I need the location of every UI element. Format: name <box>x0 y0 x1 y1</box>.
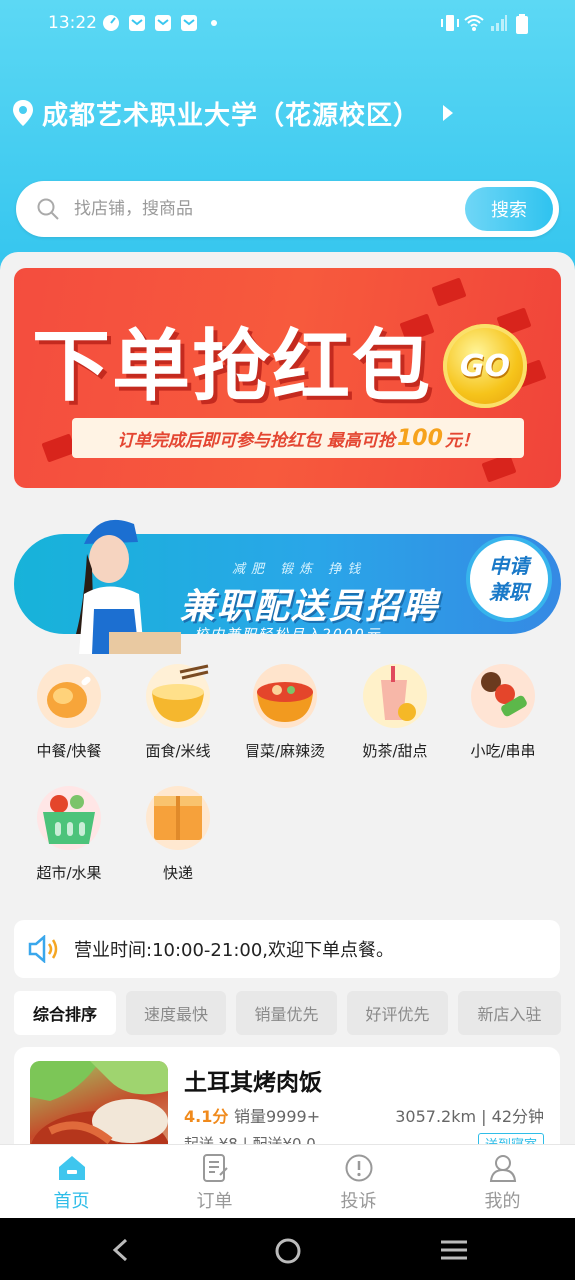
category-label: 冒菜/麻辣烫 <box>244 742 326 760</box>
tab-label: 我的 <box>484 1191 521 1212</box>
tab-label: 首页 <box>53 1191 90 1212</box>
parcel-box-icon <box>146 786 210 850</box>
data-saver-icon <box>103 15 119 31</box>
shop-dorm-delivery-tag: 送到寝室 <box>477 1133 544 1144</box>
home-icon <box>59 1156 85 1180</box>
system-nav-bar <box>0 1218 575 1280</box>
location-name: 成都艺术职业大学（花源校区） <box>42 100 421 131</box>
badge-line-1: 申请 <box>489 554 529 578</box>
sort-rating[interactable]: 好评优先 <box>347 991 448 1035</box>
red-envelope-decoration <box>431 277 467 307</box>
category-supermarket-fruit[interactable]: 超市/水果 <box>14 786 124 896</box>
category-noodles[interactable]: 面食/米线 <box>123 664 233 774</box>
category-grid: 中餐/快餐 面食/米线 冒菜/麻辣烫 奶茶/甜点 小吃/串串 超市/水果 快递 <box>0 664 575 904</box>
order-list-icon <box>203 1154 228 1182</box>
shop-score: 4.1分 <box>184 1107 229 1126</box>
tab-label: 订单 <box>196 1191 233 1212</box>
search-bar: 搜索 <box>16 181 559 237</box>
fruit-basket-icon <box>37 786 101 850</box>
shop-sales: 销量9999+ <box>234 1107 321 1126</box>
go-text: GO <box>459 348 511 384</box>
category-label: 中餐/快餐 <box>36 742 102 760</box>
noodle-bowl-icon <box>146 664 210 728</box>
category-snacks-skewers[interactable]: 小吃/串串 <box>448 664 558 774</box>
mail-icon-3 <box>181 15 197 31</box>
location-pin-icon <box>13 100 33 126</box>
category-milktea-dessert[interactable]: 奶茶/甜点 <box>340 664 450 774</box>
user-icon <box>489 1155 517 1182</box>
tab-complaint[interactable]: 投诉 <box>287 1145 430 1219</box>
apply-parttime-badge[interactable]: 申请 兼职 <box>466 536 552 622</box>
sort-new-stores[interactable]: 新店入驻 <box>458 991 561 1035</box>
category-maocai-malatang[interactable]: 冒菜/麻辣烫 <box>230 664 340 774</box>
shop-name: 土耳其烤肉饭 <box>184 1070 322 1096</box>
sort-comprehensive[interactable]: 综合排序 <box>14 991 116 1035</box>
ribbon-amount: 100 <box>396 425 443 451</box>
shop-distance-time: 3057.2km | 42分钟 <box>395 1107 544 1126</box>
red-banner-title: 下单抢红包 <box>32 321 433 412</box>
business-hours-notice: 营业时间:10:00-21:00,欢迎下单点餐。 <box>14 920 560 978</box>
category-express[interactable]: 快递 <box>123 786 233 896</box>
search-input[interactable] <box>74 197 374 221</box>
category-label: 面食/米线 <box>145 742 211 760</box>
recruit-tagline: 减肥 锻炼 挣钱 <box>232 562 367 577</box>
shop-thumbnail <box>30 1061 168 1144</box>
signal-icon <box>491 15 507 31</box>
shop-card[interactable]: 土耳其烤肉饭 4.1分 销量9999+ 3057.2km | 42分钟 起送 ¥… <box>14 1047 560 1144</box>
category-label: 超市/水果 <box>36 864 102 882</box>
courier-illustration <box>76 519 181 654</box>
shop-fees: 起送 ¥8 | 配送¥0.0 <box>184 1135 316 1144</box>
courier-recruit-banner[interactable]: 减肥 锻炼 挣钱 兼职配送员招聘 校内兼职轻松月入2000元 申请 兼职 <box>14 514 561 654</box>
alert-circle-icon <box>345 1154 373 1182</box>
bottom-tab-bar: 首页 订单 投诉 我的 <box>0 1144 575 1218</box>
go-coin-icon: GO <box>443 324 527 408</box>
tab-label: 投诉 <box>340 1191 377 1212</box>
mail-icon <box>129 15 145 31</box>
more-notifications-icon <box>211 20 217 26</box>
status-bar: 13:22 <box>0 0 575 48</box>
speaker-icon <box>28 935 58 963</box>
wifi-icon <box>464 15 484 31</box>
nav-home-icon[interactable] <box>274 1237 302 1265</box>
header: 13:22 成都艺术职业大学（花源校区） 搜索 <box>0 0 575 290</box>
notice-text: 营业时间:10:00-21:00,欢迎下单点餐。 <box>74 940 395 961</box>
ribbon-prefix: 订单完成后即可参与抢红包 最高可抢 <box>117 430 395 451</box>
category-label: 快递 <box>162 864 193 882</box>
badge-line-2: 兼职 <box>489 580 529 604</box>
nav-menu-icon[interactable] <box>440 1239 468 1261</box>
tab-home[interactable]: 首页 <box>0 1145 143 1219</box>
tab-orders[interactable]: 订单 <box>143 1145 286 1219</box>
sort-sales[interactable]: 销量优先 <box>236 991 337 1035</box>
tab-profile[interactable]: 我的 <box>431 1145 574 1219</box>
app-screen: 13:22 成都艺术职业大学（花源校区） 搜索 <box>0 0 575 1280</box>
nav-back-icon[interactable] <box>110 1238 132 1262</box>
ribbon-suffix: 元！ <box>444 430 479 451</box>
milk-tea-icon <box>363 664 427 728</box>
battery-icon <box>516 14 528 34</box>
category-label: 奶茶/甜点 <box>362 742 428 760</box>
caret-right-icon <box>443 105 454 121</box>
category-label: 小吃/串串 <box>470 742 536 760</box>
chicken-leg-icon <box>37 664 101 728</box>
mail-icon-2 <box>155 15 171 31</box>
search-button[interactable]: 搜索 <box>465 187 553 231</box>
sort-fastest[interactable]: 速度最快 <box>126 991 226 1035</box>
red-banner-ribbon: 订单完成后即可参与抢红包 最高可抢 100 元！ <box>72 418 524 458</box>
red-packet-banner[interactable]: 下单抢红包 GO 订单完成后即可参与抢红包 最高可抢 100 元！ <box>14 268 561 488</box>
sort-tabs: 综合排序 速度最快 销量优先 好评优先 新店入驻 <box>14 991 575 1035</box>
location-selector[interactable]: 成都艺术职业大学（花源校区） <box>12 93 454 133</box>
recruit-title: 兼职配送员招聘 <box>180 587 440 627</box>
main-content: 下单抢红包 GO 订单完成后即可参与抢红包 最高可抢 100 元！ 减肥 锻炼 … <box>0 252 575 1144</box>
search-icon <box>37 198 59 220</box>
status-time: 13:22 <box>48 13 97 33</box>
category-chinese-fastfood[interactable]: 中餐/快餐 <box>14 664 124 774</box>
hotpot-bowl-icon <box>253 664 317 728</box>
skewer-icon <box>471 664 535 728</box>
recruit-subtitle: 校内兼职轻松月入2000元 <box>194 624 382 634</box>
vibrate-icon <box>441 15 459 31</box>
